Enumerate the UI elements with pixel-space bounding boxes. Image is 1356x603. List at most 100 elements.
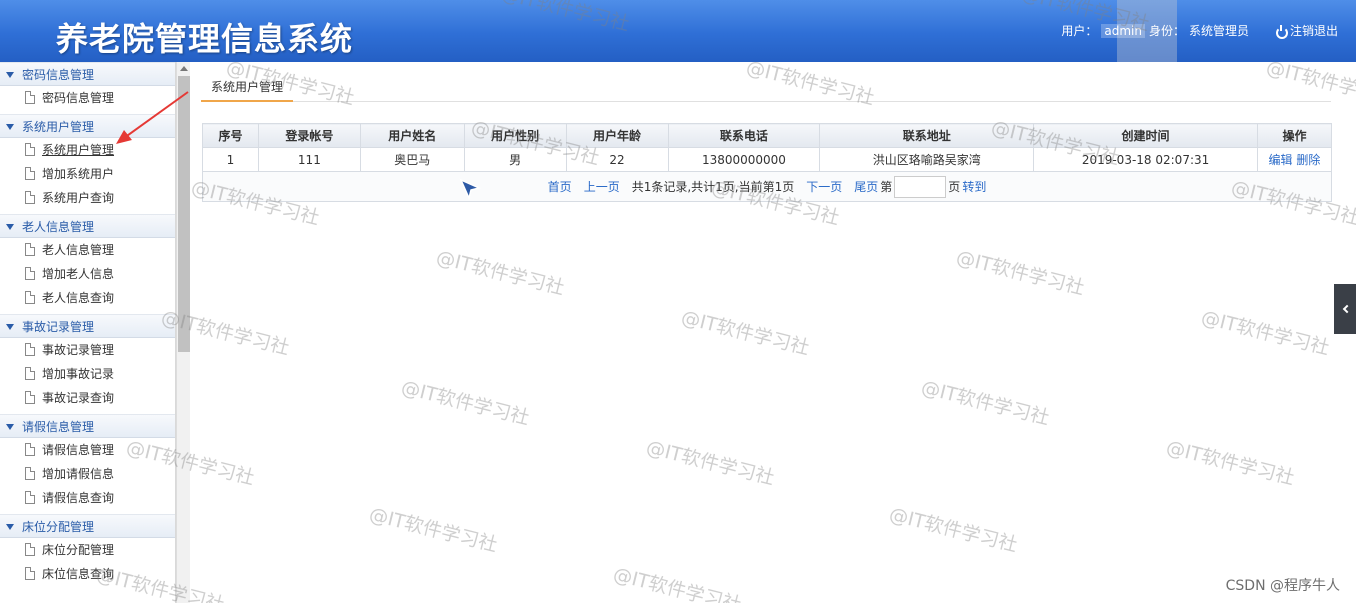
power-icon <box>1275 24 1288 39</box>
document-icon <box>25 191 35 204</box>
sidebar-item-elderly-query[interactable]: 老人信息查询 <box>0 286 175 310</box>
col-created: 创建时间 <box>1033 123 1258 148</box>
sidebar-group-password[interactable]: 密码信息管理 <box>0 62 175 86</box>
sidebar-item-label: 事故记录管理 <box>42 343 115 357</box>
group-title: 事故记录管理 <box>22 320 95 334</box>
prev-page-link[interactable]: 上一页 <box>584 178 620 195</box>
user-bar: 用户： admin 身份： 系统管理员 注销退出 <box>1061 22 1338 39</box>
sidebar-item-label: 请假信息管理 <box>42 443 115 457</box>
sidebar-item-add-leave[interactable]: 增加请假信息 <box>0 462 175 486</box>
sidebar-item-label: 事故记录查询 <box>42 391 115 405</box>
table-header-row: 序号 登录帐号 用户姓名 用户性别 用户年龄 联系电话 联系地址 创建时间 操作 <box>202 123 1333 148</box>
document-icon <box>25 491 35 504</box>
users-table: 序号 登录帐号 用户姓名 用户性别 用户年龄 联系电话 联系地址 创建时间 操作… <box>202 123 1333 172</box>
pager-summary: 共1条记录,共计1页,当前第1页 <box>631 180 795 194</box>
group-title: 系统用户管理 <box>22 120 95 134</box>
page-suffix: 页 <box>948 180 961 194</box>
app-header: 养老院管理信息系统 用户： admin 身份： 系统管理员 注销退出 <box>0 0 1356 62</box>
side-collapse-button[interactable] <box>1334 284 1356 334</box>
username: admin <box>1101 23 1145 38</box>
goto-page-link[interactable]: 转到 <box>962 178 986 195</box>
cell-phone: 13800000000 <box>667 147 821 172</box>
cell-gender: 男 <box>463 147 567 172</box>
triangle-down-icon <box>6 124 14 130</box>
cell-actions: 编辑 删除 <box>1256 147 1333 172</box>
sidebar-item-accident-query[interactable]: 事故记录查询 <box>0 386 175 410</box>
sidebar-item-label: 增加系统用户 <box>42 167 115 181</box>
col-gender: 用户性别 <box>463 123 567 148</box>
document-icon <box>25 543 35 556</box>
scroll-up-icon[interactable] <box>180 66 188 71</box>
red-annotation-arrow-icon <box>116 91 189 144</box>
app-title: 养老院管理信息系统 <box>56 20 354 58</box>
sidebar-item-label: 系统用户管理 <box>42 143 115 157</box>
sidebar-item-add-system-user[interactable]: 增加系统用户 <box>0 162 175 186</box>
sidebar-item-label: 老人信息查询 <box>42 291 115 305</box>
sidebar-item-label: 系统用户查询 <box>42 191 115 205</box>
role-label: 身份： <box>1148 24 1185 38</box>
group-title: 床位分配管理 <box>22 520 95 534</box>
cell-name: 奥巴马 <box>359 147 465 172</box>
col-account: 登录帐号 <box>257 123 361 148</box>
col-actions: 操作 <box>1256 123 1333 148</box>
document-icon <box>25 291 35 304</box>
table-row: 1 111 奥巴马 男 22 13800000000 洪山区珞喻路吴家湾 201… <box>202 147 1333 172</box>
sidebar-item-elderly-manage[interactable]: 老人信息管理 <box>0 238 175 262</box>
col-phone: 联系电话 <box>667 123 821 148</box>
sidebar-item-bed-manage[interactable]: 床位分配管理 <box>0 538 175 562</box>
last-page-link[interactable]: 尾页 <box>854 178 878 195</box>
edit-link[interactable]: 编辑 <box>1269 153 1293 167</box>
document-icon <box>25 243 35 256</box>
sidebar-item-bed-query[interactable]: 床位信息查询 <box>0 562 175 586</box>
triangle-down-icon <box>6 424 14 430</box>
col-age: 用户年龄 <box>565 123 669 148</box>
document-icon <box>25 443 35 456</box>
col-address: 联系地址 <box>819 123 1035 148</box>
tab-bar: 系统用户管理 <box>201 76 1331 102</box>
col-no: 序号 <box>202 123 259 148</box>
chevron-left-icon <box>1342 304 1351 314</box>
sidebar-item-add-elderly[interactable]: 增加老人信息 <box>0 262 175 286</box>
page-prefix: 第 <box>880 180 893 194</box>
pagination: 首页 上一页 共1条记录,共计1页,当前第1页 下一页 尾页 第 页 转到 <box>202 172 1332 202</box>
group-title: 请假信息管理 <box>22 420 95 434</box>
sidebar-item-label: 老人信息管理 <box>42 243 115 257</box>
sidebar-item-label: 床位信息查询 <box>42 567 115 581</box>
sidebar-item-accident-manage[interactable]: 事故记录管理 <box>0 338 175 362</box>
document-icon <box>25 143 35 156</box>
cell-address: 洪山区珞喻路吴家湾 <box>819 147 1035 172</box>
cell-age: 22 <box>565 147 669 172</box>
sidebar-group-leave[interactable]: 请假信息管理 <box>0 414 175 438</box>
sidebar-group-elderly[interactable]: 老人信息管理 <box>0 214 175 238</box>
sidebar-item-label: 床位分配管理 <box>42 543 115 557</box>
csdn-credit: CSDN @程序牛人 <box>1225 578 1340 594</box>
page-number-input[interactable] <box>894 175 947 198</box>
sidebar-item-add-accident[interactable]: 增加事故记录 <box>0 362 175 386</box>
user-label: 用户： <box>1061 24 1098 38</box>
sidebar-item-label: 请假信息查询 <box>42 491 115 505</box>
cell-account: 111 <box>257 147 361 172</box>
triangle-down-icon <box>6 224 14 230</box>
document-icon <box>25 367 35 380</box>
first-page-link[interactable]: 首页 <box>548 178 572 195</box>
triangle-down-icon <box>6 524 14 530</box>
document-icon <box>25 91 35 104</box>
tab-system-user-manage[interactable]: 系统用户管理 <box>201 76 294 102</box>
delete-link[interactable]: 删除 <box>1296 153 1320 167</box>
sidebar-group-beds[interactable]: 床位分配管理 <box>0 514 175 538</box>
sidebar-item-label: 增加老人信息 <box>42 267 115 281</box>
sidebar-item-system-user-query[interactable]: 系统用户查询 <box>0 186 175 210</box>
logout-button[interactable]: 注销退出 <box>1275 22 1338 39</box>
sidebar-item-leave-query[interactable]: 请假信息查询 <box>0 486 175 510</box>
sidebar-group-accidents[interactable]: 事故记录管理 <box>0 314 175 338</box>
pager-goto-group: 尾页 第 页 转到 <box>854 175 986 198</box>
sidebar-item-label: 增加事故记录 <box>42 367 115 381</box>
triangle-down-icon <box>6 72 14 78</box>
next-page-link[interactable]: 下一页 <box>806 178 842 195</box>
cell-no: 1 <box>202 147 259 172</box>
sidebar-item-label: 密码信息管理 <box>42 91 115 105</box>
sidebar-item-leave-manage[interactable]: 请假信息管理 <box>0 438 175 462</box>
document-icon <box>25 467 35 480</box>
triangle-down-icon <box>6 324 14 330</box>
cell-created: 2019-03-18 02:07:31 <box>1033 147 1258 172</box>
